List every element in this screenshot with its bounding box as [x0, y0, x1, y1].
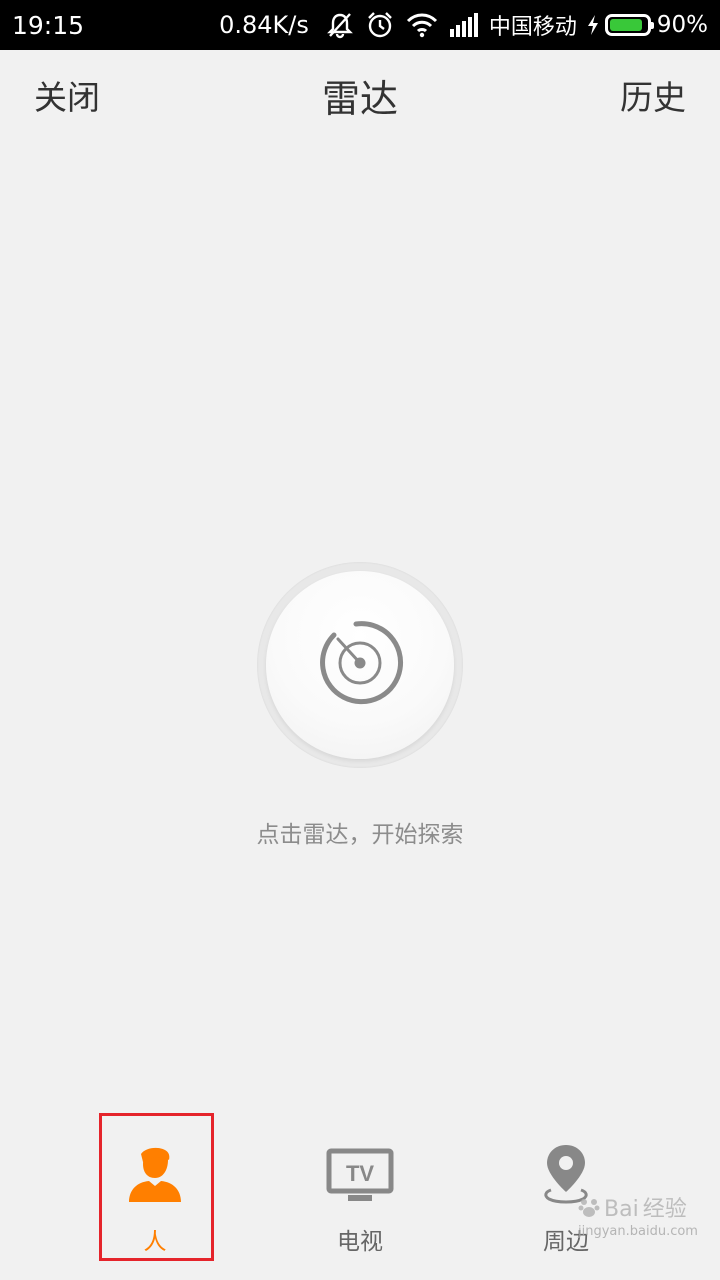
- network-speed: 0.84K/s: [219, 11, 309, 39]
- paw-icon: [578, 1196, 600, 1223]
- watermark: Bai 经验 jingyan.baidu.com: [578, 1196, 698, 1238]
- history-button[interactable]: 历史: [620, 71, 686, 119]
- tab-tv[interactable]: TV 电视: [290, 1110, 430, 1260]
- charging-icon: [587, 14, 599, 36]
- person-icon: [127, 1140, 183, 1204]
- radar-button[interactable]: [257, 562, 463, 768]
- battery-icon: [604, 14, 654, 36]
- header-bar: 关闭 雷达 历史: [0, 50, 720, 140]
- tab-tv-label: 电视: [337, 1229, 383, 1255]
- battery-fill: [609, 19, 643, 31]
- radar-hint: 点击雷达，开始探索: [256, 822, 464, 848]
- radar-screen: 19:15 0.84K/s 中国移动 90% 关闭 雷达 历史 点击雷达，开始探…: [0, 0, 720, 1280]
- status-time: 19:15: [12, 10, 85, 40]
- status-indicators: 0.84K/s 中国移动 90%: [219, 9, 708, 41]
- tv-icon: TV: [326, 1140, 394, 1204]
- tab-person-label: 人: [143, 1229, 167, 1255]
- watermark-main: Bai 经验: [578, 1196, 698, 1223]
- location-pin-icon: [541, 1140, 591, 1204]
- battery-tip: [650, 22, 654, 29]
- alarm-icon: [365, 10, 395, 40]
- tv-icon-text: TV: [346, 1161, 374, 1186]
- close-button[interactable]: 关闭: [34, 71, 100, 119]
- signal-icon: [449, 12, 479, 38]
- bottom-tab-bar: 人 TV 电视 周边: [0, 1110, 720, 1270]
- radar-icon: [314, 617, 406, 713]
- tab-person[interactable]: 人: [85, 1110, 225, 1260]
- carrier-name: 中国移动: [488, 15, 577, 40]
- watermark-url: jingyan.baidu.com: [578, 1224, 698, 1239]
- page-title: 雷达: [321, 76, 398, 121]
- wifi-icon: [405, 11, 439, 39]
- battery-percent: 90%: [656, 12, 708, 38]
- battery-indicator: 90%: [587, 12, 708, 38]
- watermark-brand: Bai: [604, 1196, 639, 1222]
- radar-button-face[interactable]: [266, 571, 454, 759]
- watermark-text: 经验: [642, 1196, 687, 1222]
- status-bar: 19:15 0.84K/s 中国移动 90%: [0, 0, 720, 50]
- muted-vibrate-icon: [325, 10, 355, 40]
